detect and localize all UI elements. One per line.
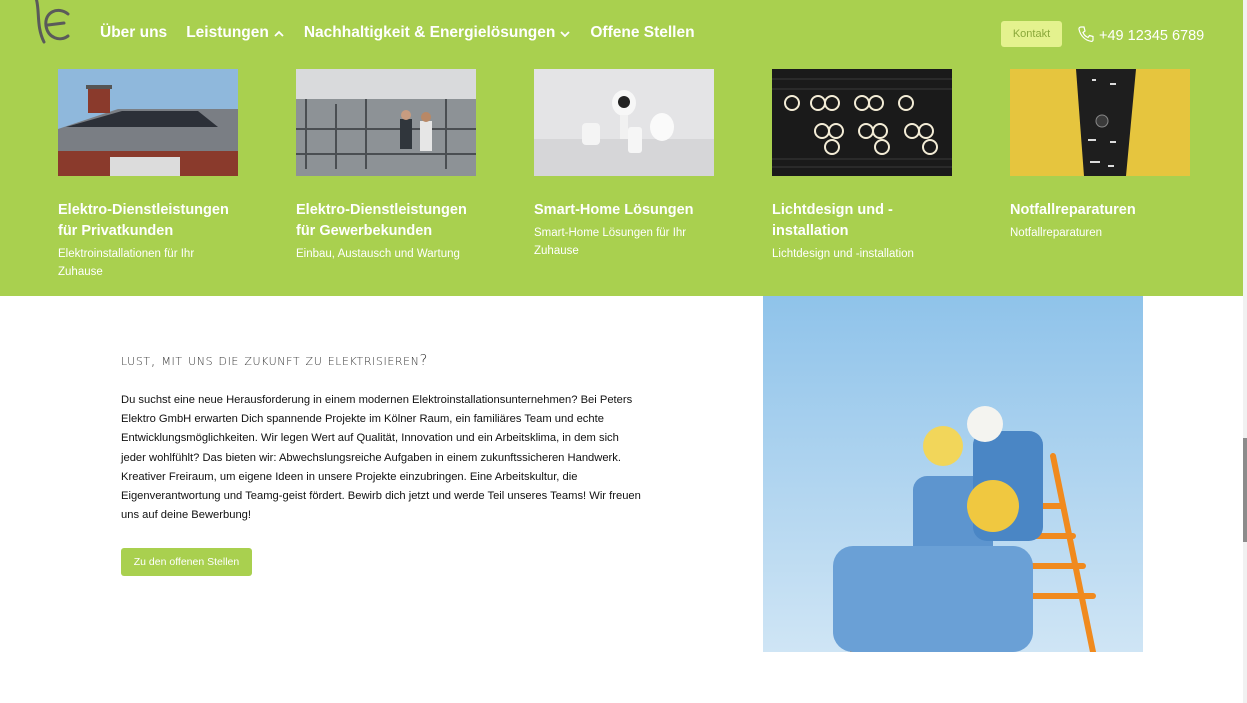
contact-button[interactable]: Kontakt xyxy=(1001,21,1062,47)
chevron-up-icon xyxy=(273,27,285,39)
scrollbar-thumb[interactable] xyxy=(1243,438,1247,542)
open-positions-button[interactable]: Zu den offenen Stellen xyxy=(121,548,252,576)
service-card-smart-home[interactable]: Smart-Home Lösungen Smart-Home Lösungen … xyxy=(534,69,714,260)
service-subtitle: Smart-Home Lösungen für Ihr Zuhause xyxy=(534,227,687,257)
scrollbar-track[interactable] xyxy=(1243,0,1247,703)
service-title: Elektro-Dienstleistungen für Gewerbekund… xyxy=(296,202,467,239)
nav-item-label: Über uns xyxy=(100,24,168,41)
phone-number: +49 12345 6789 xyxy=(1099,28,1205,44)
service-card-lichtdesign[interactable]: Lichtdesign und -installation Lichtdesig… xyxy=(772,69,952,263)
house-solar-roof-image xyxy=(58,69,238,176)
nav-item-label: Leistungen xyxy=(186,24,269,41)
service-card-notfallreparaturen[interactable]: Notfallreparaturen Notfallreparaturen xyxy=(1010,69,1190,242)
phone-link[interactable]: +49 12345 6789 xyxy=(1077,25,1204,47)
smart-home-devices-image xyxy=(534,69,714,176)
service-title: Notfallreparaturen xyxy=(1010,202,1136,218)
nav-item-leistungen[interactable]: Leistungen xyxy=(186,24,285,42)
workers-climbing-stairs-image xyxy=(763,296,1143,652)
service-card-privatkunden[interactable]: Elektro-Dienstleistungen für Privatkunde… xyxy=(58,69,238,281)
nav-item-label: Offene Stellen xyxy=(590,24,695,41)
led-light-panel-image xyxy=(772,69,952,176)
nav-item-offene-stellen[interactable]: Offene Stellen xyxy=(590,24,694,42)
careers-headline: Lust, mit uns die Zukunft zu elektrisier… xyxy=(121,351,429,369)
service-subtitle: Einbau, Austausch und Wartung xyxy=(296,248,460,260)
nav-item-label: Nachhaltigkeit & Energielösungen xyxy=(303,24,556,41)
chevron-down-icon xyxy=(559,27,571,39)
nav-item-nachhaltigkeit[interactable]: Nachhaltigkeit & Energielösungen xyxy=(304,24,572,42)
industrial-workshop-image xyxy=(296,69,476,176)
service-subtitle: Notfallreparaturen xyxy=(1010,227,1103,239)
main-nav: Über uns Leistungen Nachhaltigkeit & Ene… xyxy=(100,24,714,42)
phone-icon xyxy=(1077,25,1099,47)
careers-body-text: Du suchst eine neue Herausforderung in e… xyxy=(121,394,641,522)
service-title: Smart-Home Lösungen xyxy=(534,202,694,218)
service-title: Elektro-Dienstleistungen für Privatkunde… xyxy=(58,202,229,239)
service-card-gewerbekunden[interactable]: Elektro-Dienstleistungen für Gewerbekund… xyxy=(296,69,476,263)
nav-item-ueber-uns[interactable]: Über uns xyxy=(100,24,167,42)
wire-stripper-tool-image xyxy=(1010,69,1190,176)
service-subtitle: Lichtdesign und -installation xyxy=(772,248,914,260)
service-title: Lichtdesign und -installation xyxy=(772,202,893,239)
service-subtitle: Elektroinstallationen für Ihr Zuhause xyxy=(58,248,195,278)
logo-icon[interactable] xyxy=(30,0,74,48)
